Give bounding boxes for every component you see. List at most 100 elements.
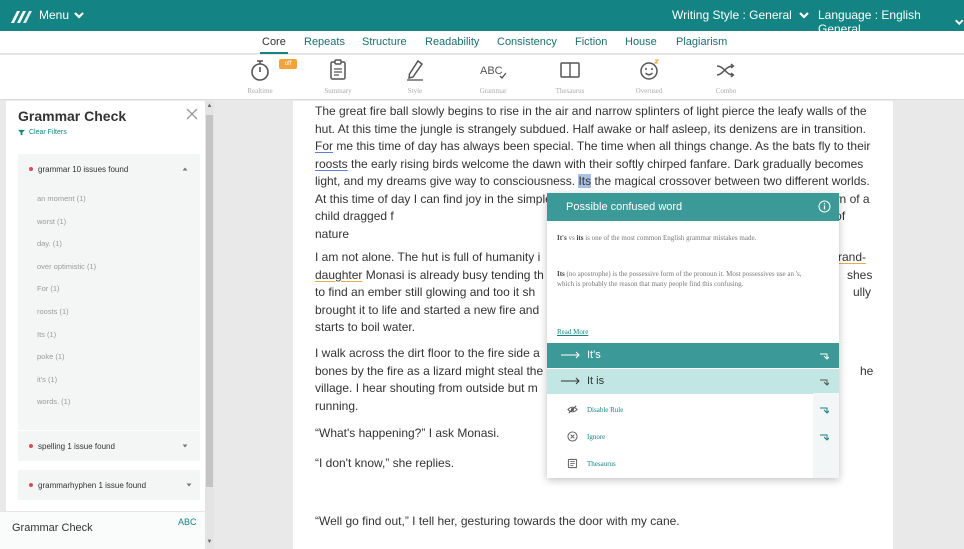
tool-combo[interactable]: Combo bbox=[701, 58, 751, 95]
disable-rule-button[interactable]: Disable Rule bbox=[547, 397, 839, 423]
suggestion-it-is-button[interactable]: It is bbox=[547, 369, 839, 394]
menu-button[interactable]: Menu bbox=[39, 8, 85, 22]
suggestion-label: It is bbox=[587, 375, 605, 387]
chevron-down-icon bbox=[799, 12, 809, 19]
caret-down-icon bbox=[186, 483, 192, 487]
suggestion-text: It's bbox=[561, 349, 601, 361]
text-run: The great fire ball slowly begins to ris… bbox=[315, 104, 867, 136]
list-item[interactable]: it's (1) bbox=[18, 369, 200, 392]
issue-group-label: grammarhyphen 1 issue found bbox=[38, 480, 147, 490]
tab-structure[interactable]: Structure bbox=[362, 36, 407, 48]
option-label: Disable Rule bbox=[587, 406, 624, 414]
issue-group-grammarhyphen: grammarhyphen 1 issue found bbox=[18, 470, 200, 500]
chevron-down-icon bbox=[954, 19, 963, 26]
report-tabs: Core Repeats Structure Readability Consi… bbox=[0, 31, 964, 54]
flagged-word[interactable]: daughter bbox=[315, 268, 362, 282]
pen-icon bbox=[407, 59, 424, 81]
caret-up-icon bbox=[182, 167, 188, 171]
tool-style[interactable]: Style bbox=[390, 58, 440, 95]
clear-filters-label: Clear Filters bbox=[29, 129, 67, 136]
tool-realtime[interactable]: Realtime bbox=[235, 58, 285, 95]
text-run: is one of the most common English gramma… bbox=[583, 234, 757, 242]
scrollbar-thumb[interactable] bbox=[206, 115, 213, 487]
tool-summary[interactable]: Summary bbox=[313, 58, 363, 95]
grammar-abc-icon: ABC bbox=[480, 65, 507, 79]
bold-term: It's bbox=[557, 234, 567, 242]
list-item[interactable]: For (1) bbox=[18, 278, 200, 301]
text-run: vs bbox=[566, 234, 577, 242]
list-item[interactable]: roosts (1) bbox=[18, 301, 200, 324]
tool-thesaurus[interactable]: Thesaurus bbox=[545, 58, 595, 95]
list-item[interactable]: poke (1) bbox=[18, 346, 200, 369]
long-arrow-icon bbox=[561, 377, 580, 385]
tool-bar: Realtime Summary Style ABC Grammar Thesa… bbox=[0, 55, 964, 100]
tab-house[interactable]: House bbox=[625, 36, 657, 48]
suggestion-label: It's bbox=[587, 349, 601, 361]
tool-label: Overused bbox=[635, 87, 663, 95]
popup-header: Possible confused word bbox=[547, 193, 839, 221]
text-run: me this time of day has always been spec… bbox=[333, 139, 871, 153]
text-run: he bbox=[860, 363, 874, 378]
info-icon[interactable] bbox=[818, 200, 831, 213]
apply-arrow-icon bbox=[820, 353, 829, 360]
close-icon[interactable] bbox=[186, 108, 198, 120]
book-icon bbox=[560, 62, 580, 78]
clear-filters-link[interactable]: Clear Filters bbox=[18, 129, 67, 136]
text-run: (no apostrophe) is the possessive form o… bbox=[557, 270, 802, 288]
realtime-off-badge: off bbox=[279, 59, 297, 69]
shuffle-icon bbox=[716, 63, 735, 78]
issue-group-header[interactable]: spelling 1 issue found bbox=[18, 431, 200, 461]
filter-icon bbox=[18, 129, 25, 136]
long-arrow-icon bbox=[561, 351, 580, 359]
ignore-button[interactable]: Ignore bbox=[547, 424, 839, 450]
issue-group-label: spelling 1 issue found bbox=[38, 441, 115, 451]
issue-group-header[interactable]: grammar 10 issues found bbox=[18, 154, 200, 184]
flagged-word[interactable]: roosts bbox=[315, 157, 348, 171]
sidebar-title: Grammar Check bbox=[18, 108, 127, 124]
smiley-icon bbox=[640, 59, 660, 80]
issue-dot-icon bbox=[29, 483, 33, 487]
issue-group-header[interactable]: grammarhyphen 1 issue found bbox=[18, 470, 200, 500]
apply-arrow-icon bbox=[820, 407, 829, 414]
menu-label: Menu bbox=[39, 8, 70, 22]
scroll-up-arrow[interactable]: ▲ bbox=[206, 103, 213, 111]
tool-label: Combo bbox=[715, 87, 737, 95]
read-more-link[interactable]: Read More bbox=[557, 328, 588, 336]
list-item[interactable]: words. (1) bbox=[18, 391, 200, 414]
bold-term: Its bbox=[557, 270, 565, 278]
suggestion-its-button[interactable]: It's bbox=[547, 343, 839, 368]
option-label: Thesaurus bbox=[587, 460, 616, 468]
issue-group-spelling: spelling 1 issue found bbox=[18, 431, 200, 461]
suggestion-text: It is bbox=[561, 375, 604, 387]
apply-arrow-icon bbox=[820, 434, 829, 441]
writing-style-dropdown[interactable]: Writing Style : General bbox=[672, 8, 810, 22]
footer-abc-button[interactable]: ABC bbox=[178, 517, 197, 527]
text-run: I am not alone. The hut is full of human… bbox=[315, 250, 541, 264]
clipboard-icon bbox=[330, 59, 346, 80]
quill-logo-icon[interactable] bbox=[9, 7, 33, 25]
text-run: shes bbox=[847, 267, 873, 282]
flagged-word[interactable]: rand- bbox=[838, 249, 866, 267]
tab-readability[interactable]: Readability bbox=[425, 36, 479, 48]
popup-explanation-1: It's vs its is one of the most common En… bbox=[557, 233, 817, 243]
tab-repeats[interactable]: Repeats bbox=[304, 36, 345, 48]
flagged-word[interactable]: For bbox=[315, 139, 333, 153]
tab-plagiarism[interactable]: Plagiarism bbox=[676, 36, 727, 48]
tool-overused[interactable]: Overused bbox=[624, 58, 674, 95]
paragraph-6[interactable]: “Well go find out,” I tell her, gesturin… bbox=[315, 513, 875, 531]
tab-consistency[interactable]: Consistency bbox=[497, 36, 557, 48]
thesaurus-button[interactable]: Thesaurus bbox=[547, 451, 839, 477]
scroll-down-arrow[interactable]: ▼ bbox=[206, 539, 213, 547]
list-item[interactable]: Its (1) bbox=[18, 324, 200, 347]
tool-grammar[interactable]: ABC Grammar bbox=[468, 58, 518, 95]
list-item[interactable]: an moment (1) bbox=[18, 188, 200, 211]
tool-label: Style bbox=[407, 87, 423, 95]
list-item[interactable]: over optimistic (1) bbox=[18, 256, 200, 279]
list-item[interactable]: day. (1) bbox=[18, 233, 200, 256]
tab-fiction[interactable]: Fiction bbox=[575, 36, 607, 48]
flagged-word-selected[interactable]: Its bbox=[578, 174, 592, 188]
tab-core[interactable]: Core bbox=[260, 36, 288, 54]
app-window: Menu Writing Style : General Language : … bbox=[0, 0, 964, 549]
list-item[interactable]: worst (1) bbox=[18, 211, 200, 234]
grammar-abc-glyph: ABC bbox=[480, 65, 503, 77]
